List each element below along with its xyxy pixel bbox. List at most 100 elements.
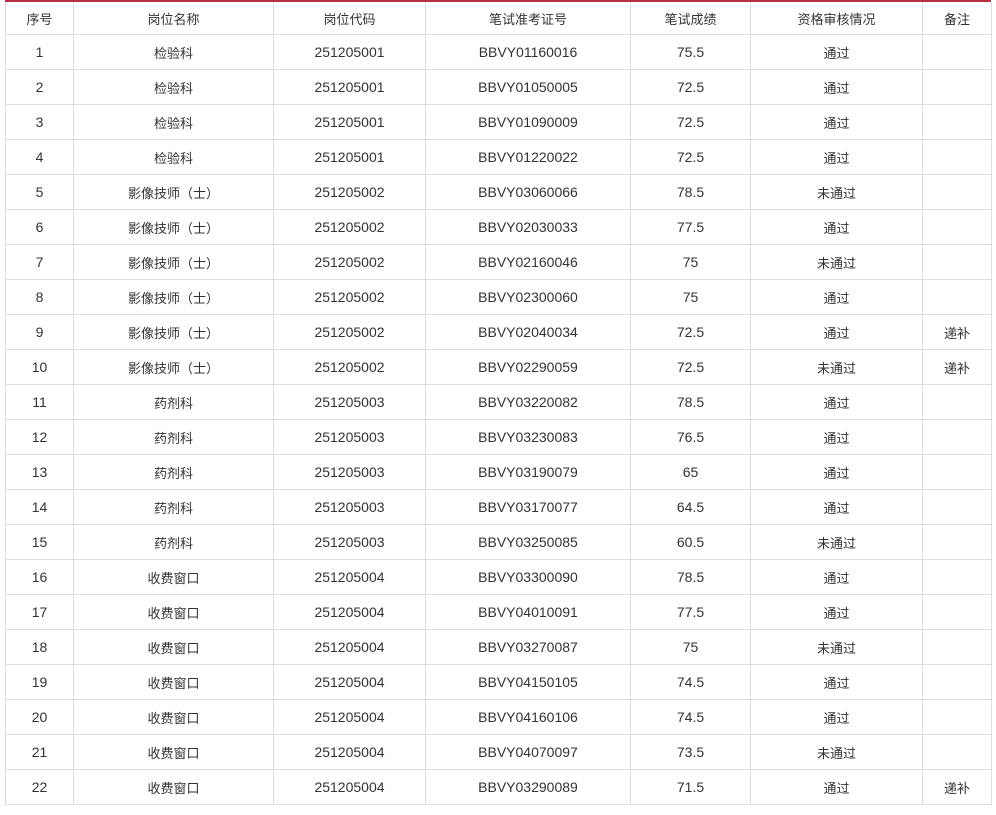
cell-ticket-number: BBVY03270087 bbox=[425, 629, 631, 665]
cell-index: 7 bbox=[5, 244, 74, 280]
cell-review-status: 未通过 bbox=[750, 629, 923, 665]
cell-ticket-number: BBVY03190079 bbox=[425, 454, 631, 490]
cell-written-score: 72.5 bbox=[630, 139, 751, 175]
cell-written-score: 64.5 bbox=[630, 489, 751, 525]
header-post-name: 岗位名称 bbox=[73, 2, 274, 35]
table-row: 16 收费窗口 251205004 BBVY03300090 78.5 通过 bbox=[5, 559, 992, 595]
cell-index: 19 bbox=[5, 664, 74, 700]
cell-remarks bbox=[922, 419, 992, 455]
cell-written-score: 65 bbox=[630, 454, 751, 490]
cell-post-name: 收费窗口 bbox=[73, 559, 274, 595]
cell-post-code: 251205004 bbox=[273, 734, 426, 770]
header-row: 序号 岗位名称 岗位代码 笔试准考证号 笔试成绩 资格审核情况 备注 bbox=[5, 2, 992, 35]
cell-remarks: 递补 bbox=[922, 314, 992, 350]
cell-post-code: 251205001 bbox=[273, 34, 426, 70]
table-row: 3 检验科 251205001 BBVY01090009 72.5 通过 bbox=[5, 104, 992, 140]
cell-post-code: 251205002 bbox=[273, 209, 426, 245]
cell-post-name: 检验科 bbox=[73, 34, 274, 70]
cell-review-status: 通过 bbox=[750, 419, 923, 455]
cell-ticket-number: BBVY01220022 bbox=[425, 139, 631, 175]
cell-remarks bbox=[922, 69, 992, 105]
cell-review-status: 通过 bbox=[750, 314, 923, 350]
cell-ticket-number: BBVY02290059 bbox=[425, 349, 631, 385]
cell-index: 22 bbox=[5, 769, 74, 805]
cell-index: 2 bbox=[5, 69, 74, 105]
header-remarks: 备注 bbox=[922, 2, 992, 35]
cell-ticket-number: BBVY03060066 bbox=[425, 174, 631, 210]
cell-index: 10 bbox=[5, 349, 74, 385]
table-row: 21 收费窗口 251205004 BBVY04070097 73.5 未通过 bbox=[5, 734, 992, 770]
cell-post-name: 影像技师（士） bbox=[73, 279, 274, 315]
cell-written-score: 75.5 bbox=[630, 34, 751, 70]
cell-post-code: 251205001 bbox=[273, 69, 426, 105]
table-row: 12 药剂科 251205003 BBVY03230083 76.5 通过 bbox=[5, 419, 992, 455]
cell-review-status: 通过 bbox=[750, 34, 923, 70]
table-row: 2 检验科 251205001 BBVY01050005 72.5 通过 bbox=[5, 69, 992, 105]
header-review-status: 资格审核情况 bbox=[750, 2, 923, 35]
cell-post-code: 251205004 bbox=[273, 769, 426, 805]
cell-ticket-number: BBVY01160016 bbox=[425, 34, 631, 70]
cell-remarks bbox=[922, 139, 992, 175]
cell-ticket-number: BBVY04160106 bbox=[425, 699, 631, 735]
cell-remarks bbox=[922, 489, 992, 525]
cell-post-name: 药剂科 bbox=[73, 384, 274, 420]
cell-review-status: 通过 bbox=[750, 104, 923, 140]
cell-ticket-number: BBVY03170077 bbox=[425, 489, 631, 525]
cell-index: 4 bbox=[5, 139, 74, 175]
cell-written-score: 72.5 bbox=[630, 69, 751, 105]
cell-written-score: 78.5 bbox=[630, 384, 751, 420]
cell-ticket-number: BBVY02300060 bbox=[425, 279, 631, 315]
table-row: 8 影像技师（士） 251205002 BBVY02300060 75 通过 bbox=[5, 279, 992, 315]
cell-ticket-number: BBVY02160046 bbox=[425, 244, 631, 280]
cell-remarks bbox=[922, 664, 992, 700]
cell-remarks bbox=[922, 244, 992, 280]
cell-ticket-number: BBVY01090009 bbox=[425, 104, 631, 140]
cell-index: 16 bbox=[5, 559, 74, 595]
cell-written-score: 78.5 bbox=[630, 174, 751, 210]
cell-post-code: 251205004 bbox=[273, 664, 426, 700]
cell-written-score: 72.5 bbox=[630, 104, 751, 140]
cell-index: 21 bbox=[5, 734, 74, 770]
cell-written-score: 74.5 bbox=[630, 664, 751, 700]
table-row: 19 收费窗口 251205004 BBVY04150105 74.5 通过 bbox=[5, 664, 992, 700]
table-row: 13 药剂科 251205003 BBVY03190079 65 通过 bbox=[5, 454, 992, 490]
cell-index: 14 bbox=[5, 489, 74, 525]
cell-index: 3 bbox=[5, 104, 74, 140]
cell-index: 1 bbox=[5, 34, 74, 70]
table-row: 15 药剂科 251205003 BBVY03250085 60.5 未通过 bbox=[5, 524, 992, 560]
cell-remarks bbox=[922, 174, 992, 210]
cell-remarks: 递补 bbox=[922, 349, 992, 385]
cell-ticket-number: BBVY02030033 bbox=[425, 209, 631, 245]
cell-post-code: 251205003 bbox=[273, 454, 426, 490]
table-row: 9 影像技师（士） 251205002 BBVY02040034 72.5 通过 递补 bbox=[5, 314, 992, 350]
cell-review-status: 通过 bbox=[750, 699, 923, 735]
cell-index: 5 bbox=[5, 174, 74, 210]
cell-written-score: 76.5 bbox=[630, 419, 751, 455]
table-row: 20 收费窗口 251205004 BBVY04160106 74.5 通过 bbox=[5, 699, 992, 735]
cell-post-code: 251205004 bbox=[273, 559, 426, 595]
cell-review-status: 通过 bbox=[750, 209, 923, 245]
cell-post-name: 影像技师（士） bbox=[73, 174, 274, 210]
cell-ticket-number: BBVY02040034 bbox=[425, 314, 631, 350]
cell-post-code: 251205002 bbox=[273, 314, 426, 350]
cell-ticket-number: BBVY03250085 bbox=[425, 524, 631, 560]
cell-ticket-number: BBVY03290089 bbox=[425, 769, 631, 805]
cell-ticket-number: BBVY03230083 bbox=[425, 419, 631, 455]
table-row: 14 药剂科 251205003 BBVY03170077 64.5 通过 bbox=[5, 489, 992, 525]
cell-post-name: 药剂科 bbox=[73, 454, 274, 490]
cell-index: 20 bbox=[5, 699, 74, 735]
cell-post-name: 药剂科 bbox=[73, 524, 274, 560]
cell-ticket-number: BBVY01050005 bbox=[425, 69, 631, 105]
table-row: 4 检验科 251205001 BBVY01220022 72.5 通过 bbox=[5, 139, 992, 175]
table-row: 7 影像技师（士） 251205002 BBVY02160046 75 未通过 bbox=[5, 244, 992, 280]
cell-review-status: 通过 bbox=[750, 594, 923, 630]
cell-post-name: 收费窗口 bbox=[73, 769, 274, 805]
cell-written-score: 78.5 bbox=[630, 559, 751, 595]
table-row: 10 影像技师（士） 251205002 BBVY02290059 72.5 未通过 递补 bbox=[5, 349, 992, 385]
cell-written-score: 75 bbox=[630, 244, 751, 280]
table-row: 6 影像技师（士） 251205002 BBVY02030033 77.5 通过 bbox=[5, 209, 992, 245]
cell-post-code: 251205003 bbox=[273, 384, 426, 420]
table-row: 22 收费窗口 251205004 BBVY03290089 71.5 通过 递补 bbox=[5, 769, 992, 805]
cell-review-status: 通过 bbox=[750, 664, 923, 700]
table-row: 5 影像技师（士） 251205002 BBVY03060066 78.5 未通过 bbox=[5, 174, 992, 210]
